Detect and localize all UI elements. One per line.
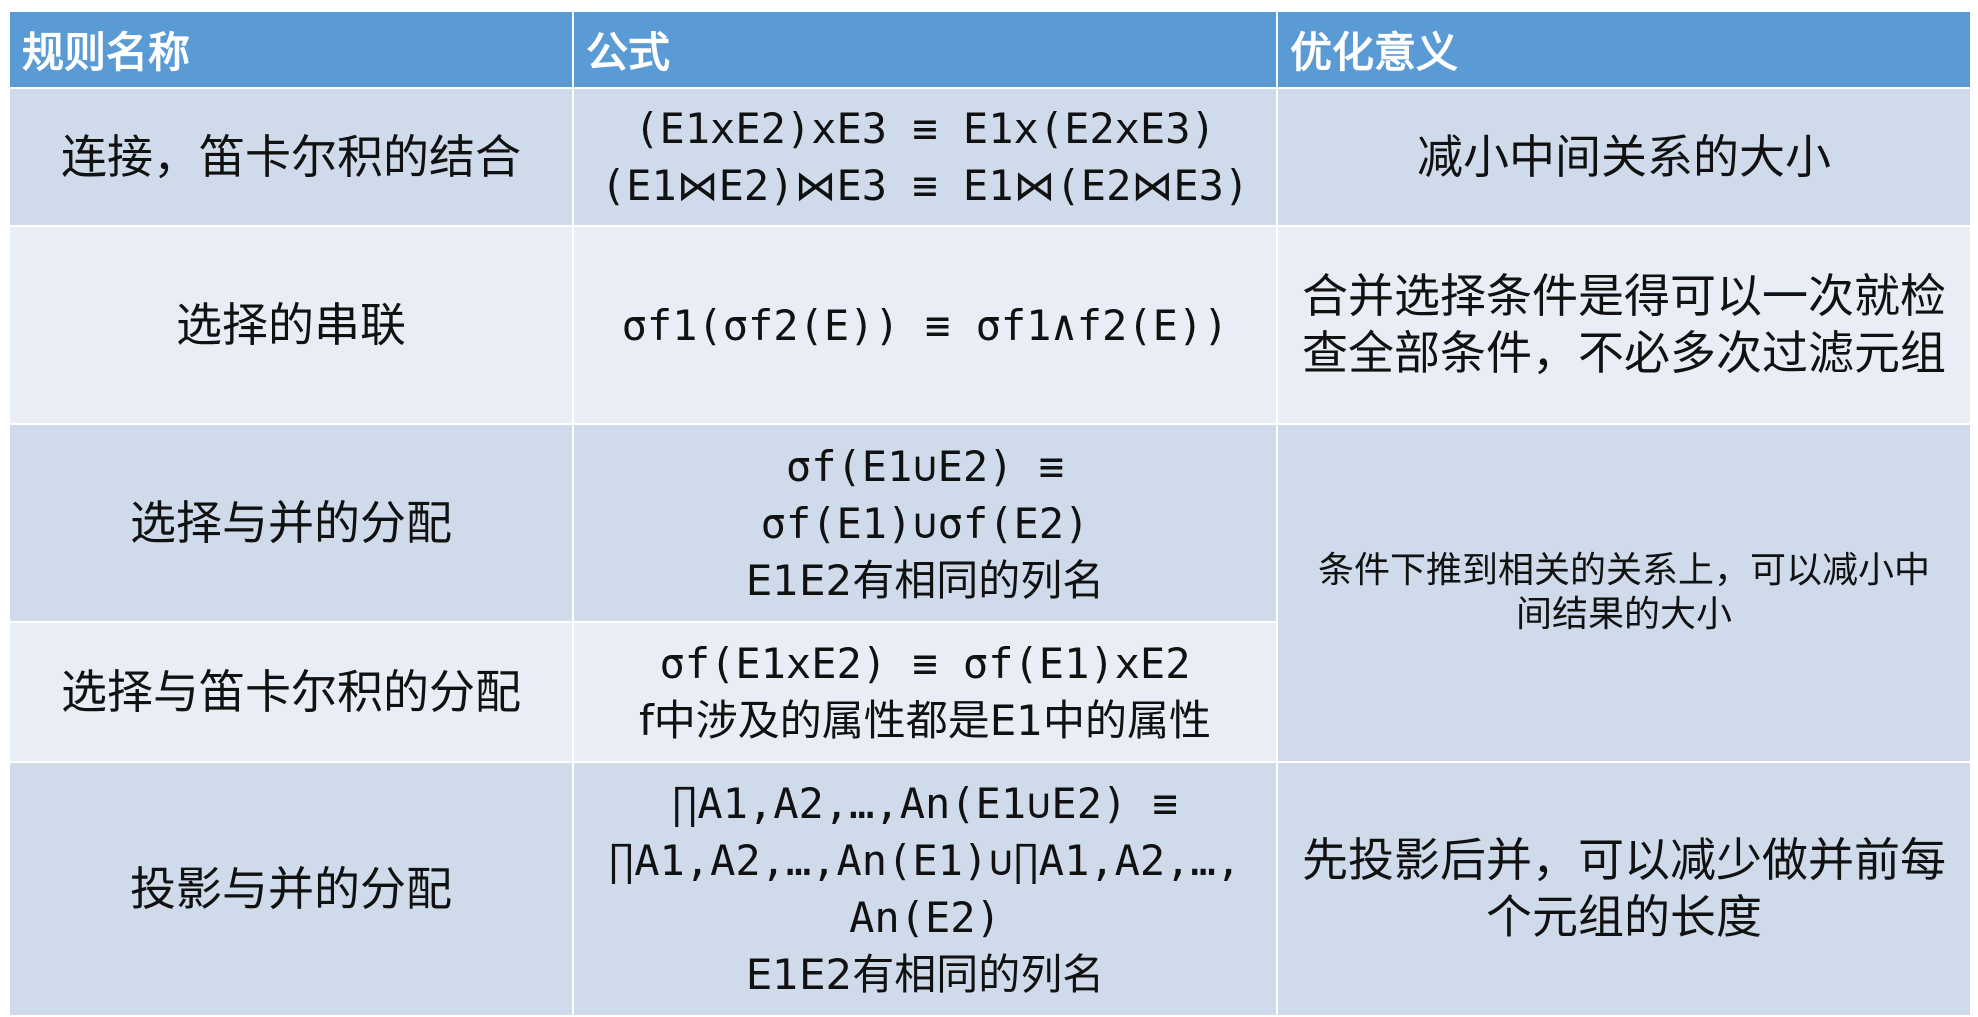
optimization-text: 先投影后并，可以减少做并前每个元组的长度: [1302, 833, 1946, 944]
formula-line: An(E2): [849, 893, 1001, 942]
header-formula: 公式: [574, 12, 1276, 87]
rule-name-cell: 投影与并的分配: [10, 763, 572, 1015]
formula-line: (E1xE2)xE3 ≡ E1x(E2xE3): [634, 104, 1216, 153]
formula-line: σf(E1∪E2) ≡: [785, 441, 1065, 491]
formula-cell: ∏A1,A2,…,An(E1∪E2) ≡ ∏A1,A2,…,An(E1)∪∏A1…: [574, 763, 1276, 1015]
formula-cell: σf(E1xE2) ≡ σf(E1)xE2 f中涉及的属性都是E1中的属性: [574, 623, 1276, 761]
rule-name-cell: 选择的串联: [10, 227, 572, 423]
formula-cell: (E1xE2)xE3 ≡ E1x(E2xE3) (E1⋈E2)⋈E3 ≡ E1⋈…: [574, 89, 1276, 225]
formula-line: ∏A1,A2,…,An(E1∪E2) ≡: [672, 779, 1178, 828]
header-rule-name: 规则名称: [10, 12, 572, 87]
rules-table: 规则名称 公式 优化意义 连接，笛卡尔积的结合 (E1xE2)xE3 ≡ E1x…: [10, 12, 1970, 1015]
formula-line: (E1⋈E2)⋈E3 ≡ E1⋈(E2⋈E3): [600, 161, 1250, 210]
optimization-cell: 减小中间关系的大小: [1278, 89, 1970, 225]
formula-line: ∏A1,A2,…,An(E1)∪∏A1,A2,…,: [608, 836, 1242, 885]
formula-note: E1E2有相同的列名: [745, 950, 1105, 999]
formula-note: f中涉及的属性都是E1中的属性: [638, 696, 1212, 745]
optimization-cell: 先投影后并，可以减少做并前每个元组的长度: [1278, 763, 1970, 1015]
formula-line: σf(E1)∪σf(E2): [760, 498, 1090, 548]
formula-note: E1E2有相同的列名: [745, 555, 1105, 605]
formula-line: σf1(σf2(E)) ≡ σf1∧f2(E)): [621, 300, 1229, 350]
header-optimization: 优化意义: [1278, 12, 1970, 87]
formula-line: σf(E1xE2) ≡ σf(E1)xE2: [659, 639, 1191, 688]
formula-cell: σf(E1∪E2) ≡ σf(E1)∪σf(E2) E1E2有相同的列名: [574, 425, 1276, 621]
optimization-cell: 合并选择条件是得可以一次就检查全部条件，不必多次过滤元组: [1278, 227, 1970, 423]
rule-name-cell: 选择与并的分配: [10, 425, 572, 621]
rule-name-cell: 连接，笛卡尔积的结合: [10, 89, 572, 225]
optimization-text: 合并选择条件是得可以一次就检查全部条件，不必多次过滤元组: [1302, 269, 1946, 380]
optimization-text: 条件下推到相关的关系上，可以减小中间结果的大小: [1317, 550, 1930, 635]
merged-optimization-cell: 条件下推到相关的关系上，可以减小中间结果的大小: [1278, 425, 1970, 761]
formula-cell: σf1(σf2(E)) ≡ σf1∧f2(E)): [574, 227, 1276, 423]
rule-name-cell: 选择与笛卡尔积的分配: [10, 623, 572, 761]
